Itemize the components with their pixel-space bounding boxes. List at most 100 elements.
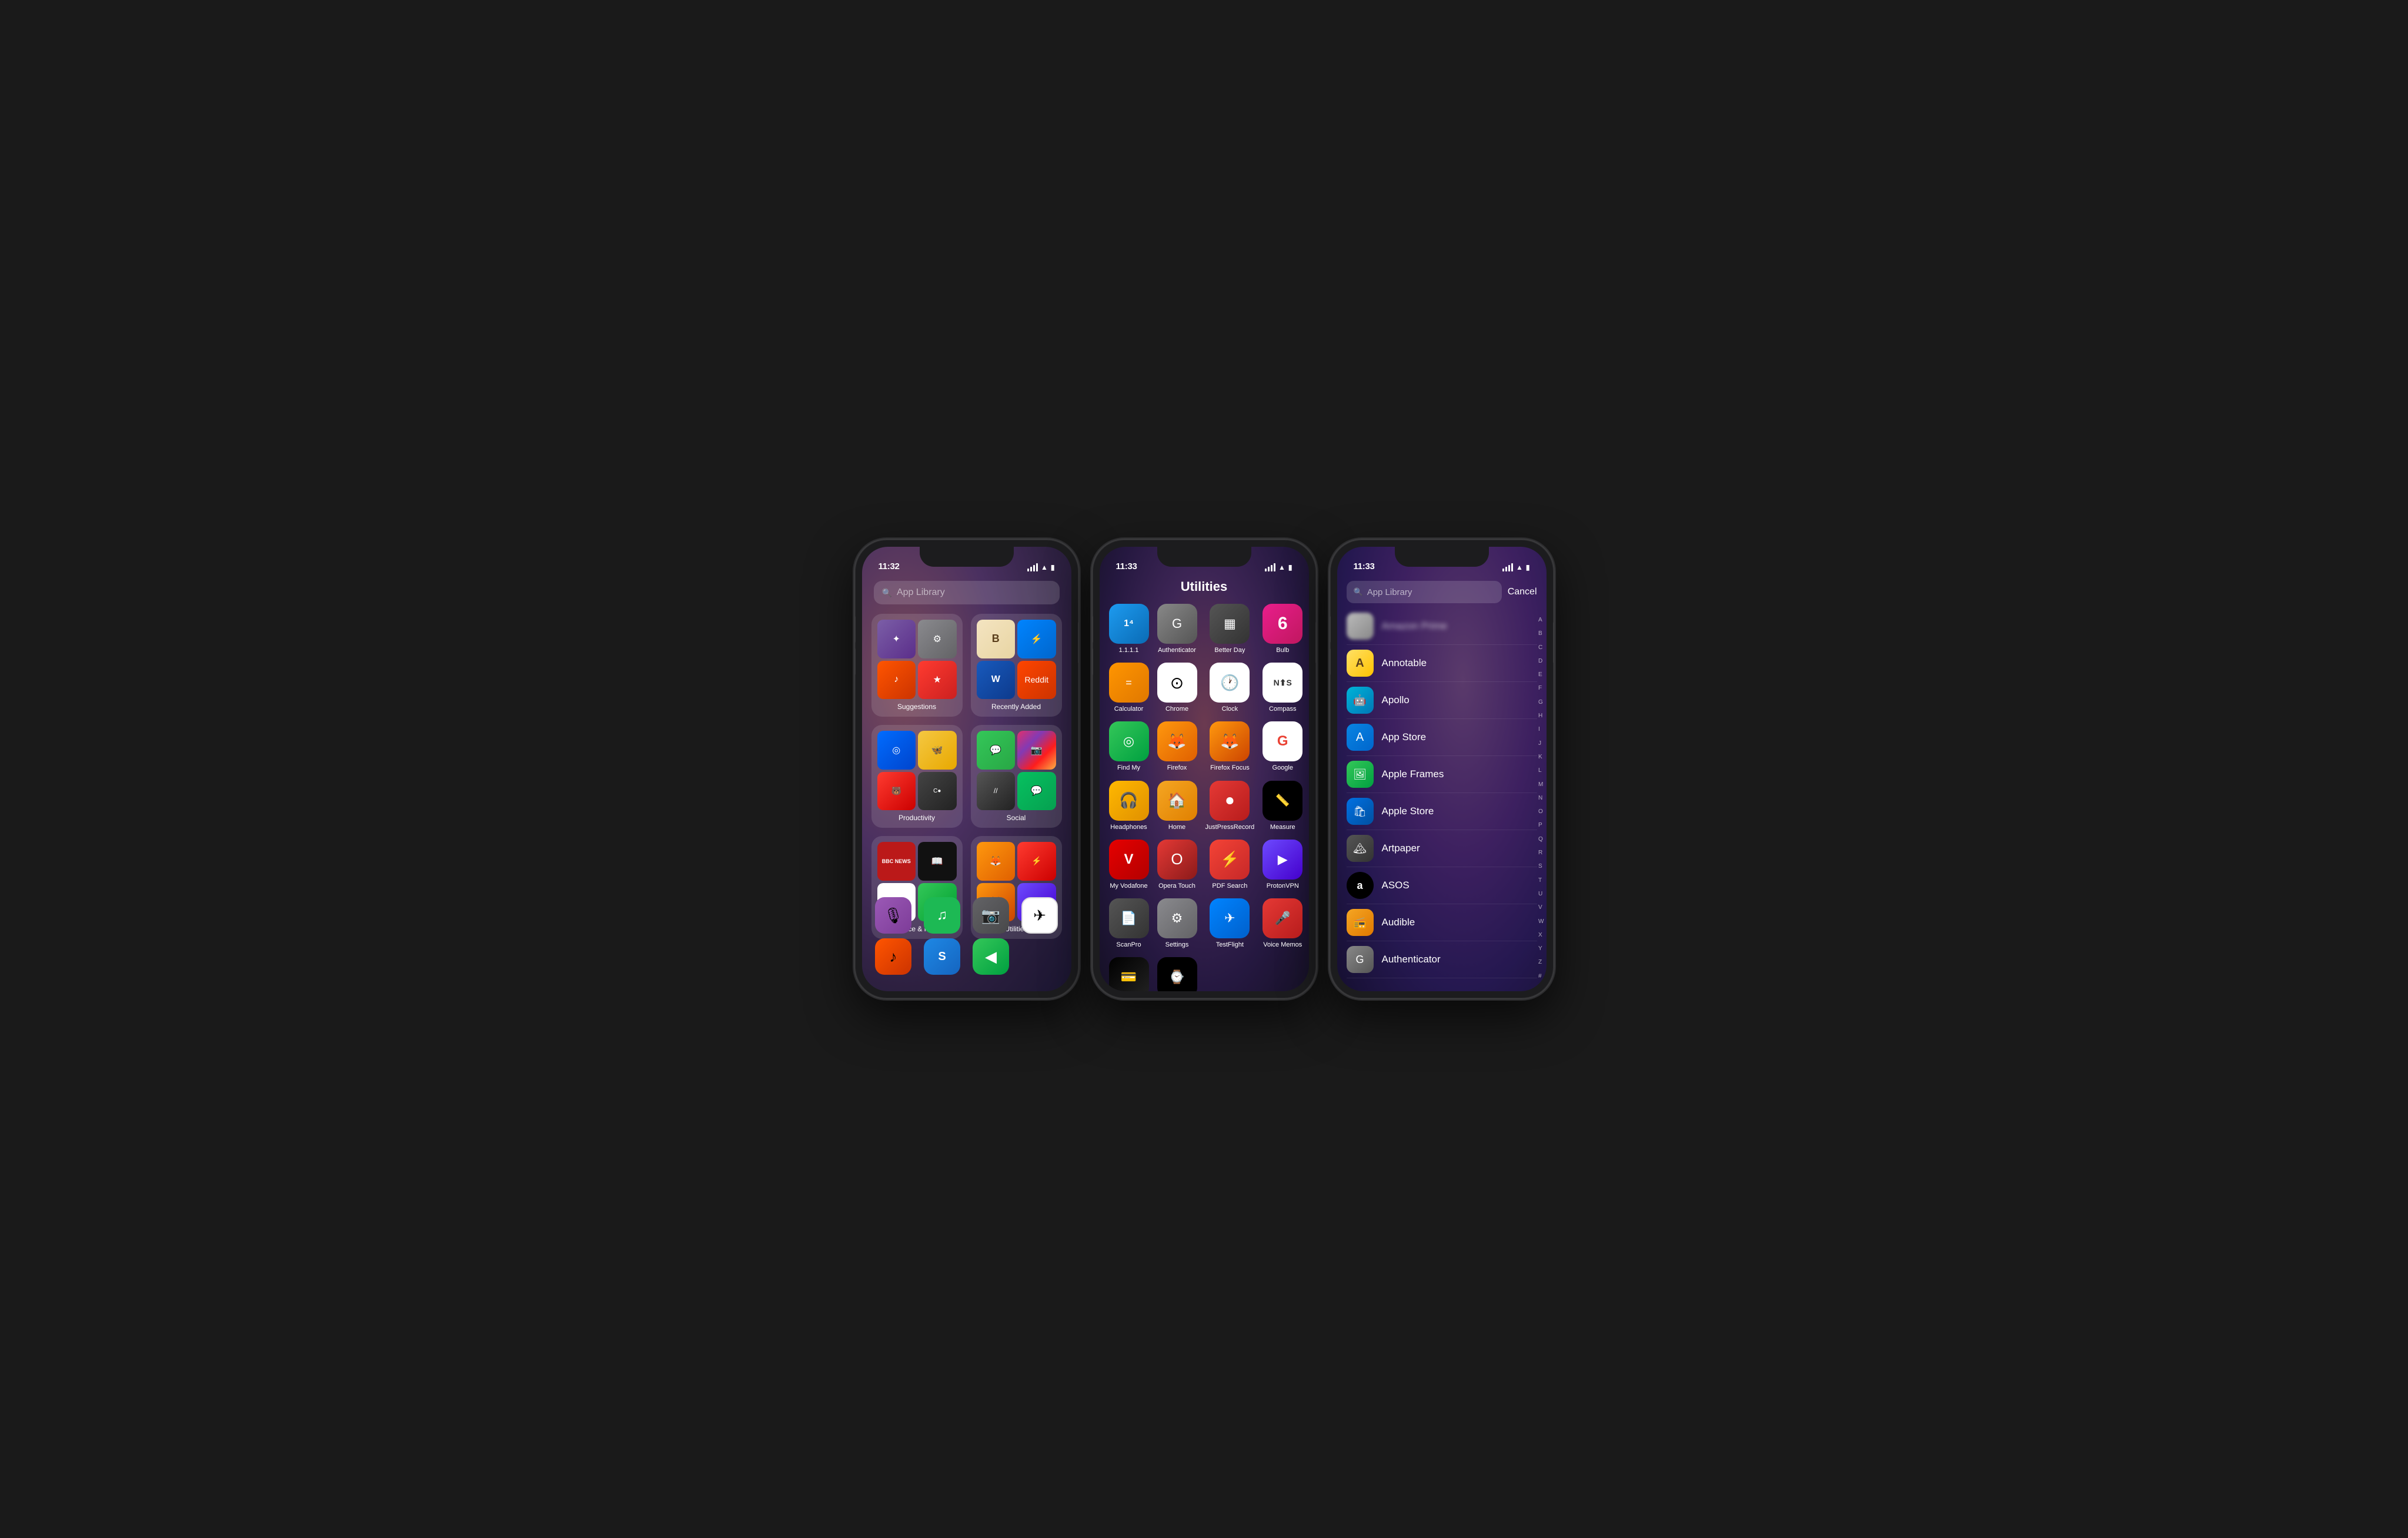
folder-productivity[interactable]: ◎ 🦋 🐻 C● Productivity (871, 725, 963, 828)
alpha-T[interactable]: T (1538, 878, 1544, 884)
list-item-artpaper[interactable]: 🏔 Artpaper (1347, 830, 1537, 867)
list-item-applestore[interactable]: 🛍 Apple Store (1347, 793, 1537, 830)
app-settings[interactable]: ⚙ (918, 620, 957, 658)
search-input-3[interactable]: 🔍 App Library (1347, 581, 1502, 603)
app-bear2[interactable]: 🐻 (877, 772, 916, 811)
alpha-Y[interactable]: Y (1538, 946, 1544, 952)
alpha-L[interactable]: L (1538, 768, 1544, 774)
app-myvodafone-util[interactable]: V My Vodafone (1109, 840, 1149, 890)
app-instagram[interactable]: 📷 (1017, 731, 1056, 770)
app-firefox3[interactable]: 🦊 (977, 842, 1016, 881)
app-word[interactable]: W (977, 661, 1016, 700)
alpha-D[interactable]: D (1538, 658, 1544, 664)
alpha-S[interactable]: S (1538, 864, 1544, 870)
dock-camera[interactable]: 📷 (969, 897, 1013, 934)
app-google-util[interactable]: G Google (1263, 721, 1302, 772)
alpha-R[interactable]: R (1538, 850, 1544, 856)
dock-testflight[interactable]: ✈ (1018, 897, 1062, 934)
app-calculator[interactable]: = Calculator (1109, 663, 1149, 713)
alpha-H[interactable]: H (1538, 713, 1544, 719)
dock-podcasts[interactable]: 🎙 (871, 897, 916, 934)
list-item-audible[interactable]: 📻 Audible (1347, 904, 1537, 941)
app-tes[interactable]: 🦋 (918, 731, 957, 770)
app-measure-util[interactable]: 📏 Measure (1263, 781, 1302, 831)
alpha-J[interactable]: J (1538, 741, 1544, 747)
app-compass[interactable]: N⬆S Compass (1263, 663, 1302, 713)
app-betterday[interactable]: ▦ Better Day (1205, 604, 1255, 654)
alpha-I[interactable]: I (1538, 727, 1544, 733)
app-wechat[interactable]: 💬 (1017, 772, 1056, 811)
app-clock[interactable]: 🕐 Clock (1205, 663, 1255, 713)
app-safari[interactable]: ◎ (877, 731, 916, 770)
app-settings-util[interactable]: ⚙ Settings (1157, 898, 1197, 949)
app-testflight-util[interactable]: ✈ TestFlight (1205, 898, 1255, 949)
app-operatouch-util[interactable]: O Opera Touch (1157, 840, 1197, 890)
app-kindle[interactable]: 📖 (918, 842, 957, 881)
app-voicememos-util[interactable]: 🎤 Voice Memos (1263, 898, 1302, 949)
alpha-V[interactable]: V (1538, 905, 1544, 911)
list-item-authenticator-list[interactable]: G Authenticator (1347, 941, 1537, 978)
alpha-B[interactable]: B (1538, 631, 1544, 637)
dock-copilot[interactable]: ◀ (969, 938, 1013, 975)
cancel-button[interactable]: Cancel (1508, 587, 1537, 597)
app-pdfsearch-util[interactable]: ⚡ PDF Search (1205, 840, 1255, 890)
app-firefox-util[interactable]: 🦊 Firefox (1157, 721, 1197, 772)
search-bar-1[interactable]: 🔍 App Library (874, 581, 1060, 604)
alpha-O[interactable]: O (1538, 809, 1544, 815)
app-scanpro-util[interactable]: 📄 ScanPro (1109, 898, 1149, 949)
dock-soundcloud2[interactable]: ♪ (871, 938, 916, 975)
alpha-G[interactable]: G (1538, 700, 1544, 706)
alpha-C[interactable]: C (1538, 645, 1544, 651)
alpha-E[interactable]: E (1538, 672, 1544, 678)
alpha-U[interactable]: U (1538, 891, 1544, 897)
app-bulb[interactable]: 6 Bulb (1263, 604, 1302, 654)
icon-chrome: ⊙ (1157, 663, 1197, 703)
app-bbcnews[interactable]: BBC NEWS (877, 842, 916, 881)
list-item-appstore[interactable]: A App Store (1347, 719, 1537, 756)
app-messenger[interactable]: ⚡ (1017, 620, 1056, 658)
alpha-P[interactable]: P (1538, 823, 1544, 828)
app-shortcuts[interactable]: ✦ (877, 620, 916, 658)
alpha-A[interactable]: A (1538, 617, 1544, 623)
app-jpr-util[interactable]: ⏺ JustPressRecord (1205, 781, 1255, 831)
app-authenticator[interactable]: G Authenticator (1157, 604, 1197, 654)
app-chrome[interactable]: ⊙ Chrome (1157, 663, 1197, 713)
alpha-N[interactable]: N (1538, 795, 1544, 801)
app-misc1[interactable]: C● (918, 772, 957, 811)
app-1111[interactable]: 1⁴ 1.1.1.1 (1109, 604, 1149, 654)
app-findmy[interactable]: ◎ Find My (1109, 721, 1149, 772)
dock-scribd[interactable]: S (920, 938, 964, 975)
alpha-hash[interactable]: # (1538, 974, 1544, 979)
app-wallet-util[interactable]: 💳 Wallet (1109, 957, 1149, 991)
app-protonvpn-util[interactable]: ▶ ProtonVPN (1263, 840, 1302, 890)
app-bear[interactable]: B (977, 620, 1016, 658)
folder-recently-added[interactable]: B ⚡ W Reddit Recently Added (971, 614, 1062, 717)
list-item-amazon[interactable]: Amazon Prime (1347, 608, 1537, 645)
folder-suggestions[interactable]: ✦ ⚙ ♪ ★ Suggestions (871, 614, 963, 717)
alpha-Z[interactable]: Z (1538, 959, 1544, 965)
app-notchcut[interactable]: // (977, 772, 1016, 811)
app-reeder[interactable]: ★ (918, 661, 957, 700)
icon-applestore: 🛍 (1347, 798, 1374, 825)
app-reeder2[interactable]: ⚡ (1017, 842, 1056, 881)
alpha-W[interactable]: W (1538, 919, 1544, 925)
dock-spotify[interactable]: ♫ (920, 897, 964, 934)
list-item-asos[interactable]: a ASOS (1347, 867, 1537, 904)
list-item-appleframes[interactable]: 🖼 Apple Frames (1347, 756, 1537, 793)
alpha-Q[interactable]: Q (1538, 837, 1544, 842)
app-watch-util[interactable]: ⌚ Watch (1157, 957, 1197, 991)
list-item-annotable[interactable]: A Annotable (1347, 645, 1537, 682)
alpha-K[interactable]: K (1538, 754, 1544, 760)
alphabet-index[interactable]: A B C D E F G H I J K L M N O P Q R S T (1538, 617, 1544, 979)
app-messages[interactable]: 💬 (977, 731, 1016, 770)
app-headphones-util[interactable]: 🎧 Headphones (1109, 781, 1149, 831)
alpha-F[interactable]: F (1538, 686, 1544, 691)
alpha-M[interactable]: M (1538, 782, 1544, 788)
app-soundcloud[interactable]: ♪ (877, 661, 916, 700)
list-item-apollo[interactable]: 🤖 Apollo (1347, 682, 1537, 719)
alpha-X[interactable]: X (1538, 932, 1544, 938)
app-home-util[interactable]: 🏠 Home (1157, 781, 1197, 831)
app-firefoxfocus-util[interactable]: 🦊 Firefox Focus (1205, 721, 1255, 772)
folder-social[interactable]: 💬 📷 // 💬 Social (971, 725, 1062, 828)
app-reddit-icon[interactable]: Reddit (1017, 661, 1056, 700)
